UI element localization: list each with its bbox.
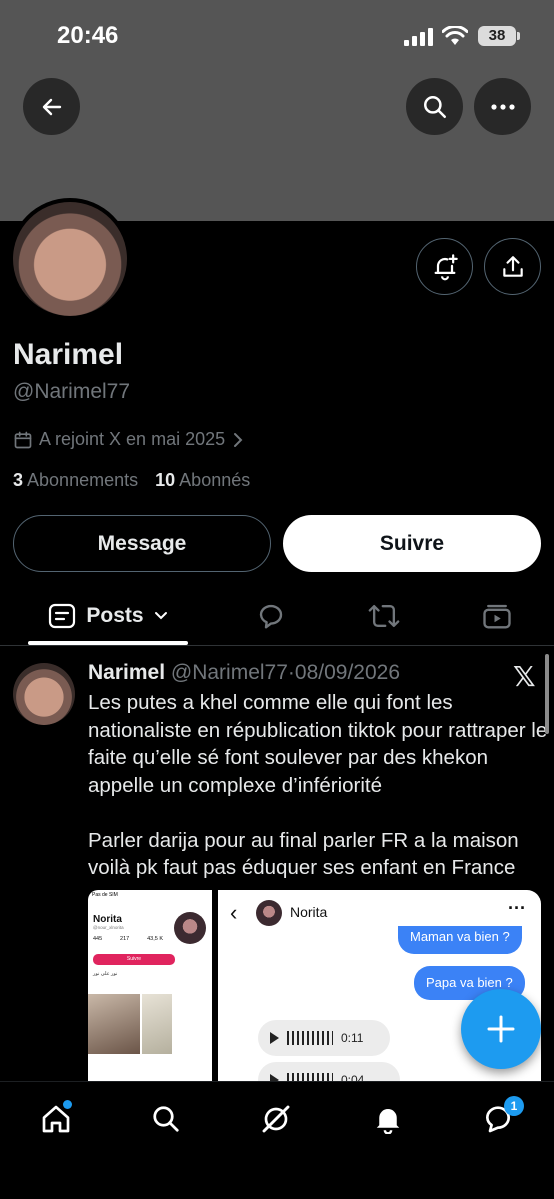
media2-bubble: Maman va bien ? xyxy=(398,926,522,954)
media1-photo xyxy=(88,994,140,1054)
followers-count: 10 xyxy=(155,470,176,490)
chevron-right-icon xyxy=(234,432,243,447)
calendar-icon xyxy=(14,431,32,448)
profile-tabs: Posts xyxy=(0,586,554,646)
battery-indicator: 38 xyxy=(478,26,520,46)
share-icon xyxy=(502,255,523,277)
media2-avatar xyxy=(256,900,282,926)
post-author: Narimel xyxy=(88,661,166,684)
notify-button[interactable] xyxy=(416,238,473,295)
bell-plus-icon xyxy=(434,253,458,280)
chevron-down-icon xyxy=(154,612,167,620)
followers-label: Abonnés xyxy=(179,470,251,490)
messages-badge: 1 xyxy=(504,1096,524,1116)
follow-button[interactable]: Suivre xyxy=(283,515,541,572)
repost-icon xyxy=(368,604,400,628)
status-time: 20:46 xyxy=(57,22,119,49)
back-button[interactable] xyxy=(23,78,80,135)
compose-button[interactable] xyxy=(461,989,541,1069)
nav-search[interactable] xyxy=(136,1094,196,1144)
media1-stats: 445 217 43,5 K xyxy=(93,936,163,942)
following-count: 3 xyxy=(13,470,24,490)
back-arrow-icon xyxy=(42,98,61,115)
media1-avatar xyxy=(174,912,206,944)
post-separator: · xyxy=(287,661,295,684)
scrollbar[interactable] xyxy=(545,654,549,734)
tab-reposts[interactable] xyxy=(354,586,414,646)
bottom-nav: 1 xyxy=(0,1081,554,1199)
message-button[interactable]: Message xyxy=(13,515,271,572)
profile-avatar[interactable] xyxy=(9,198,131,320)
more-button[interactable] xyxy=(474,78,531,135)
nav-grok[interactable] xyxy=(246,1094,306,1144)
bell-icon xyxy=(376,1109,400,1134)
tab-media[interactable] xyxy=(467,586,527,646)
media1-handle: @nour_xlnorita xyxy=(93,925,124,930)
media1-name: Norita xyxy=(93,914,122,925)
plus-icon xyxy=(487,1015,515,1043)
grok-icon xyxy=(262,1105,290,1133)
nav-notifications[interactable] xyxy=(358,1094,418,1144)
follow-stats: 3 Abonnements 10 Abonnés xyxy=(13,470,250,491)
media2-voice-message: 0:11 xyxy=(258,1020,390,1056)
status-bar: 20:46 38 xyxy=(0,0,554,70)
search-button[interactable] xyxy=(406,78,463,135)
tab-active-indicator xyxy=(28,641,188,645)
waveform xyxy=(287,1031,333,1045)
tab-replies[interactable] xyxy=(241,586,301,646)
home-notification-dot xyxy=(63,1100,72,1109)
media1-status: Pas de SIM xyxy=(92,892,118,898)
reply-icon xyxy=(259,604,283,629)
media1-stat: 43,5 K xyxy=(147,936,163,942)
media-icon xyxy=(483,604,511,629)
play-icon xyxy=(270,1032,279,1044)
media2-more-icon: ··· xyxy=(508,898,526,918)
post-media-1[interactable]: Pas de SIM Norita @nour_xlnorita 445 217… xyxy=(88,890,212,1090)
joined-text: A rejoint X en mai 2025 xyxy=(39,429,226,449)
following-link[interactable]: 3 Abonnements xyxy=(13,470,138,490)
wifi-icon xyxy=(442,26,468,45)
media1-photo xyxy=(142,994,172,1054)
media1-follow-button: Suivre xyxy=(93,954,175,965)
post-avatar[interactable] xyxy=(13,663,75,725)
post-handle: @Narimel77 xyxy=(170,661,288,684)
share-button[interactable] xyxy=(484,238,541,295)
post-text: Les putes a khel comme elle qui font les… xyxy=(88,691,548,879)
search-icon xyxy=(153,1106,179,1132)
tab-posts[interactable]: Posts xyxy=(28,586,188,646)
nav-home[interactable] xyxy=(26,1094,86,1144)
media1-stat: 217 xyxy=(120,936,130,942)
joined-date[interactable]: A rejoint X en mai 2025 xyxy=(13,429,245,450)
post-date: 08/09/2026 xyxy=(294,661,401,684)
avatar-photo xyxy=(13,202,127,316)
signal-icon xyxy=(404,28,433,46)
posts-tab-icon xyxy=(49,603,76,629)
search-icon xyxy=(423,95,446,118)
post-header: Narimel @Narimel77·08/09/2026 xyxy=(88,661,400,685)
media2-back-icon: ‹ xyxy=(230,900,238,925)
following-label: Abonnements xyxy=(27,470,139,490)
media1-bio: نور على نور xyxy=(93,971,118,977)
media1-stat: 445 xyxy=(93,936,103,942)
more-horizontal-icon xyxy=(490,103,515,110)
media2-contact: Norita xyxy=(290,904,328,920)
followers-link[interactable]: 10 Abonnés xyxy=(155,470,250,490)
profile-handle: @Narimel77 xyxy=(13,380,131,403)
nav-messages[interactable]: 1 xyxy=(468,1094,528,1144)
tab-posts-label: Posts xyxy=(86,604,144,627)
display-name: Narimel xyxy=(13,338,124,371)
voice-duration: 0:11 xyxy=(341,1031,364,1045)
